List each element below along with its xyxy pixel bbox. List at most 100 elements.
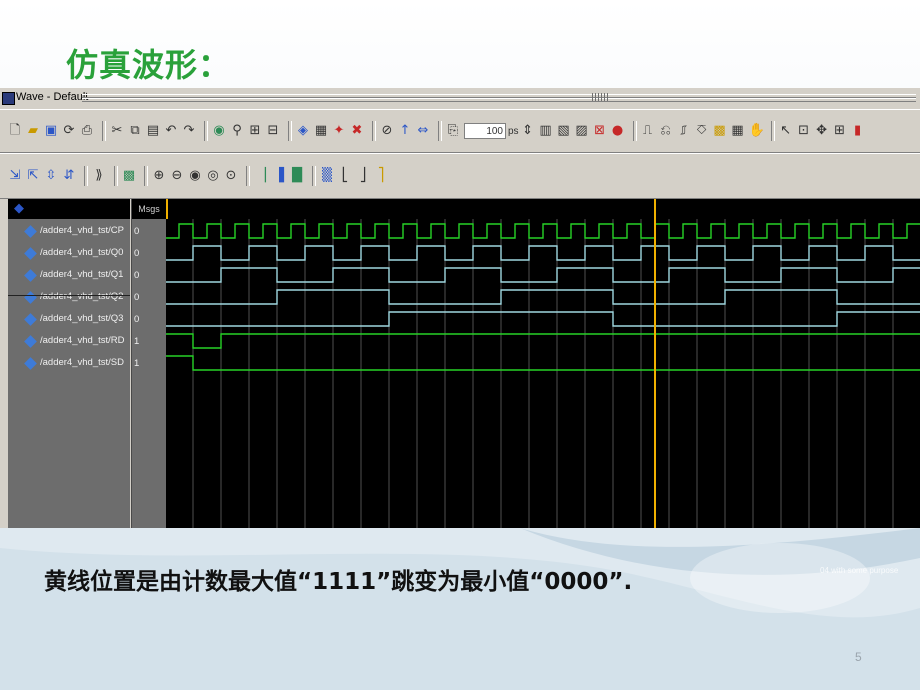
paste-icon[interactable]: ▤ <box>146 124 160 138</box>
step-up-icon[interactable]: ↑ <box>398 124 412 138</box>
wave-style-a-icon[interactable]: ▕ <box>254 169 268 183</box>
signal-diamond-icon <box>24 269 37 282</box>
grid-icon[interactable]: ▦ <box>314 124 328 138</box>
run-icon[interactable]: ▥ <box>539 124 553 138</box>
waveform-canvas[interactable] <box>166 199 920 528</box>
hand-icon[interactable]: ✋ <box>749 124 765 138</box>
wave-toolbar: ⇲ ⇱ ⇳ ⇵ ⟫ ▩ ⊕ ⊖ ◉ ◎ ⊙ ▕ ▐ █ ▒ ⎣ ⎦ ⎤ <box>0 153 920 199</box>
delete-icon[interactable]: ✖ <box>350 124 364 138</box>
step-arrows-icon[interactable]: ⇔ <box>416 124 430 138</box>
step-over-icon[interactable]: ⎌ <box>659 124 673 138</box>
memory-icon[interactable]: ▦ <box>731 124 745 138</box>
simulate-icon[interactable]: ◈ <box>296 124 310 138</box>
wave-toolbar-group: ⇲ ⇱ ⇳ ⇵ ⟫ ▩ ⊕ ⊖ ◉ ◎ ⊙ ▕ ▐ █ ▒ ⎣ ⎦ ⎤ <box>8 165 392 187</box>
signal-waveform <box>166 333 920 349</box>
signal-row[interactable]: /adder4_vhd_tst/RD <box>8 331 130 353</box>
run-length-icon[interactable]: ⎘ <box>446 124 460 138</box>
signal-row[interactable]: /adder4_vhd_tst/CP <box>8 221 130 243</box>
signal-waveform <box>166 311 920 327</box>
compile-icon[interactable]: ◉ <box>212 124 226 138</box>
row-divider <box>8 295 130 296</box>
add-wave-icon[interactable]: ⇲ <box>8 169 22 183</box>
zoom-cursor-icon[interactable]: ◎ <box>206 169 220 183</box>
zoom-box-icon[interactable]: ⊡ <box>797 124 811 138</box>
signal-diamond-icon <box>24 357 37 370</box>
signal-waveform <box>166 245 920 261</box>
wave-window: Wave - Default 🗋 ▰ ▣ ⟳ ⎙ ✂ ⧉ ▤ ↶ ↷ ◉ ⚲ ⊞… <box>0 88 920 528</box>
new-file-icon[interactable]: 🗋 <box>8 124 22 138</box>
edit-icon[interactable]: ⊞ <box>833 124 847 138</box>
wave-style-d-icon[interactable]: ▒ <box>320 169 334 183</box>
zoom-in-icon[interactable]: ⊕ <box>152 169 166 183</box>
hierarchy-icon[interactable]: ⊞ <box>248 124 262 138</box>
cut-icon[interactable]: ✂ <box>110 124 124 138</box>
run-length-input[interactable] <box>464 123 506 139</box>
structure-icon[interactable]: ⊟ <box>266 124 280 138</box>
signal-waveform <box>166 223 920 239</box>
wave-edge-any-icon[interactable]: ⎤ <box>374 169 388 183</box>
signal-row[interactable]: /adder4_vhd_tst/Q0 <box>8 243 130 265</box>
signal-row[interactable]: /adder4_vhd_tst/Q3 <box>8 309 130 331</box>
signal-name: /adder4_vhd_tst/Q3 <box>40 313 124 324</box>
signal-row[interactable]: /adder4_vhd_tst/Q2 <box>8 287 130 309</box>
group-icon[interactable]: ⇵ <box>62 169 76 183</box>
zoom-full-icon[interactable]: ◉ <box>188 169 202 183</box>
move-icon[interactable]: ✥ <box>815 124 829 138</box>
decorative-swoosh <box>0 528 920 690</box>
wave-style-b-icon[interactable]: ▐ <box>272 169 286 183</box>
slide-caption: 黄线位置是由计数最大值“1111”跳变为最小值“0000”. <box>44 569 633 595</box>
traffic-light-icon[interactable]: ▮ <box>851 124 865 138</box>
signal-value: 0 <box>134 270 140 281</box>
window-titlebar[interactable]: Wave - Default <box>0 88 920 108</box>
wave-settings-icon[interactable]: ⊘ <box>380 124 394 138</box>
window-title: Wave - Default <box>16 91 89 103</box>
find-icon[interactable]: ⚲ <box>230 124 244 138</box>
wave-style-c-icon[interactable]: █ <box>290 169 304 183</box>
signal-value: 0 <box>134 292 140 303</box>
signal-diamond-icon <box>24 335 37 348</box>
continue-icon[interactable]: ▧ <box>557 124 571 138</box>
zoom-out-icon[interactable]: ⊖ <box>170 169 184 183</box>
step-out-icon[interactable]: ⎎ <box>677 124 691 138</box>
signal-value: 0 <box>134 226 140 237</box>
signal-waveform <box>166 289 920 305</box>
step-into-icon[interactable]: ⎍ <box>641 124 655 138</box>
names-header: ◆ <box>8 199 130 219</box>
signal-diamond-icon <box>24 291 37 304</box>
copy-icon[interactable]: ⧉ <box>128 124 142 138</box>
page-number: 5 <box>855 650 862 664</box>
signal-row[interactable]: /adder4_vhd_tst/Q1 <box>8 265 130 287</box>
values-header: Msgs <box>132 199 166 219</box>
print-icon[interactable]: ⎙ <box>80 124 94 138</box>
wave-menu-icon[interactable]: ◆ <box>12 202 26 216</box>
find-edge-icon[interactable]: ⟫ <box>92 169 106 183</box>
stop-icon[interactable]: ● <box>611 124 625 138</box>
signal-diamond-icon <box>24 247 37 260</box>
signal-row[interactable]: /adder4_vhd_tst/SD <box>8 353 130 375</box>
signal-name: /adder4_vhd_tst/SD <box>40 357 124 368</box>
restart-icon[interactable]: ⎏ <box>695 124 709 138</box>
dataflow-icon[interactable]: ▩ <box>122 169 136 183</box>
run-all-icon[interactable]: ▨ <box>575 124 589 138</box>
wave-edge-rise-icon[interactable]: ⎣ <box>338 169 352 183</box>
save-icon[interactable]: ▣ <box>44 124 58 138</box>
breakpoint-icon[interactable]: ✦ <box>332 124 346 138</box>
redo-icon[interactable]: ↷ <box>182 124 196 138</box>
zoom-range-icon[interactable]: ⊙ <box>224 169 238 183</box>
signal-name: /adder4_vhd_tst/RD <box>40 335 125 346</box>
insert-wave-icon[interactable]: ⇱ <box>26 169 40 183</box>
open-folder-icon[interactable]: ▰ <box>26 124 40 138</box>
file-toolbar-group: 🗋 ▰ ▣ ⟳ ⎙ ✂ ⧉ ▤ ↶ ↷ ◉ ⚲ ⊞ ⊟ ◈ ▦ ✦ ✖ ⊘ ↑ … <box>8 120 869 142</box>
spin-arrows-icon[interactable]: ⇕ <box>521 124 535 138</box>
select-pointer-icon[interactable]: ↖ <box>779 124 793 138</box>
reload-icon[interactable]: ⟳ <box>62 124 76 138</box>
divider-icon[interactable]: ⇳ <box>44 169 58 183</box>
undo-icon[interactable]: ↶ <box>164 124 178 138</box>
signal-name: /adder4_vhd_tst/Q1 <box>40 269 124 280</box>
break-icon[interactable]: ⊠ <box>593 124 607 138</box>
signal-value: 0 <box>134 314 140 325</box>
bookmark-icon[interactable]: ▩ <box>713 124 727 138</box>
watermark-text: 04 with some purpose <box>820 566 899 575</box>
dock-handle-icon[interactable] <box>592 93 608 101</box>
wave-edge-fall-icon[interactable]: ⎦ <box>356 169 370 183</box>
